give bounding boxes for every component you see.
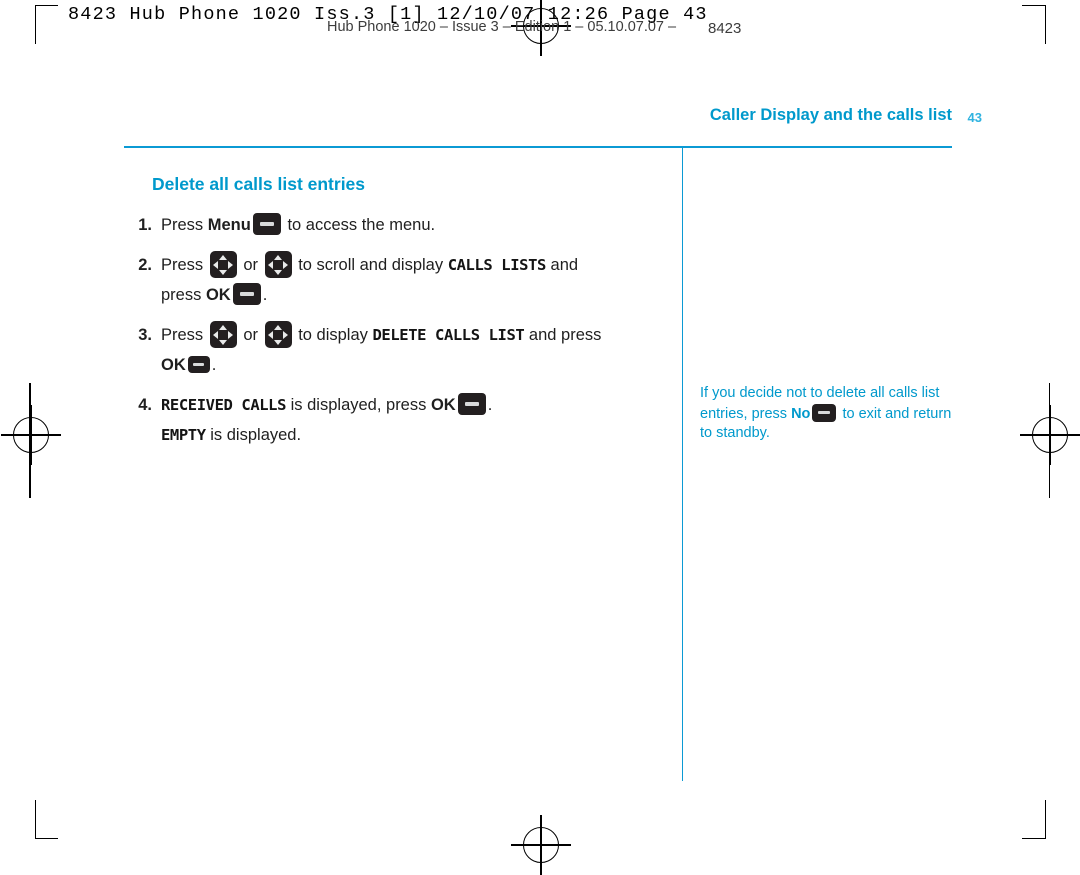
running-head: Caller Display and the calls list (709, 106, 952, 124)
step3-text-b: to display (293, 326, 373, 344)
navigation-key-icon (209, 321, 237, 348)
menu-key-label: Menu (207, 216, 251, 234)
step2-text-b: to scroll and display (293, 256, 448, 274)
trim-line-left (29, 383, 31, 498)
lcd-text-delete-calls-list: DELETE CALLS LIST (372, 326, 525, 344)
navigation-key-icon (264, 251, 292, 278)
crop-mark-top-left (35, 5, 58, 44)
step2-text-c: and (545, 256, 579, 274)
step2-text-a: Press (161, 256, 208, 274)
step4-text-c: is displayed. (205, 426, 302, 444)
step2-text-d: press (161, 286, 206, 304)
lcd-text-calls-lists: CALLS LISTS (447, 256, 547, 274)
ok-key-label: OK (205, 286, 231, 304)
step2-text-end: . (262, 286, 268, 304)
list-item: 2. Press or to scroll and display CALLS … (124, 250, 669, 310)
document-folio: 8423 (708, 20, 742, 37)
navigation-key-icon (209, 251, 237, 278)
step1-text-a: Press (161, 216, 208, 234)
step-body: Press or to scroll and display CALLS LIS… (161, 250, 578, 310)
list-item: 3. Press or to display DELETE CALLS LIST… (124, 320, 669, 380)
softkey-button-icon (232, 283, 261, 305)
registration-mark-left (1, 405, 61, 465)
step-body: RECEIVED CALLS is displayed, press OK. EM… (161, 390, 492, 450)
step-number: 2. (138, 256, 152, 274)
step1-text-b: to access the menu. (282, 216, 436, 234)
trim-line-right (1049, 383, 1051, 498)
registration-mark-bottom (511, 815, 571, 875)
page-number: 43 (967, 110, 982, 125)
lcd-text-received-calls: RECEIVED CALLS (161, 396, 287, 414)
softkey-button-icon (187, 356, 210, 373)
softkey-button-icon (457, 393, 486, 415)
step-body: Press or to display DELETE CALLS LIST an… (161, 320, 601, 380)
step-number: 4. (138, 396, 152, 414)
column-divider-rule (682, 148, 684, 781)
step3-text-c: and press (524, 326, 602, 344)
softkey-button-icon (252, 213, 281, 235)
instruction-steps-list: 1. Press Menu to access the menu. 2. Pre… (124, 210, 669, 460)
no-key-label: No (791, 405, 811, 422)
header-rule (124, 146, 952, 149)
step4-text-b: . (487, 396, 493, 414)
step-body: Press Menu to access the menu. (161, 210, 435, 240)
lcd-text-empty: EMPTY (161, 426, 206, 444)
crop-mark-top-right (1022, 5, 1046, 44)
ok-key-label: OK (430, 396, 456, 414)
step3-text-end: . (211, 356, 217, 374)
list-item: 4. RECEIVED CALLS is displayed, press OK… (124, 390, 669, 450)
step-number: 1. (138, 216, 152, 234)
softkey-button-icon (812, 403, 837, 422)
document-edition-line: Hub Phone 1020 – Issue 3 – Edition 1 – 0… (327, 19, 677, 35)
crop-mark-bottom-left (35, 800, 58, 839)
step3-text-a: Press (161, 326, 208, 344)
crop-mark-bottom-right (1022, 800, 1046, 839)
step3-or: or (238, 326, 263, 344)
step-number: 3. (138, 326, 152, 344)
step2-or: or (238, 256, 263, 274)
ok-key-label: OK (161, 356, 186, 374)
step4-text-a: is displayed, press (286, 396, 431, 414)
list-item: 1. Press Menu to access the menu. (124, 210, 669, 240)
section-title: Delete all calls list entries (152, 174, 366, 194)
side-note: If you decide not to delete all calls li… (700, 384, 958, 444)
navigation-key-icon (264, 321, 292, 348)
